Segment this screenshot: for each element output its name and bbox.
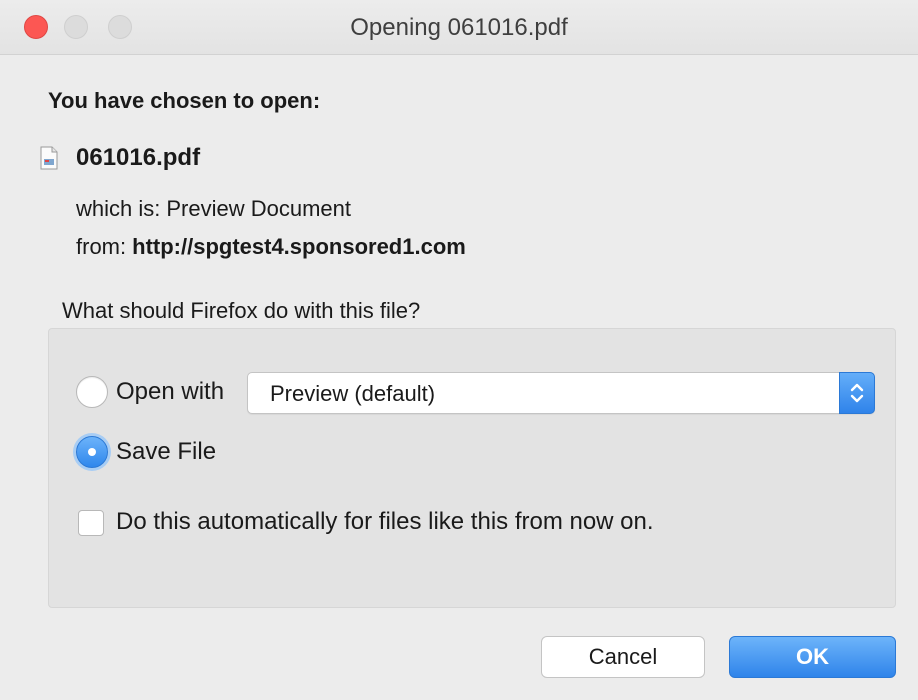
updown-chevron-icon <box>839 372 875 414</box>
file-source-label: from: <box>76 234 127 259</box>
open-with-radio[interactable] <box>76 376 108 408</box>
dialog-heading: You have chosen to open: <box>48 88 321 113</box>
file-source-line: from: http://spgtest4.sponsored1.com <box>76 234 466 260</box>
save-file-radio[interactable] <box>76 436 108 468</box>
open-with-app-select[interactable]: Preview (default) <box>247 372 875 414</box>
pdf-file-icon <box>40 146 58 170</box>
window-title: Opening 061016.pdf <box>350 14 568 41</box>
auto-action-checkbox[interactable] <box>78 510 104 536</box>
auto-action-label[interactable]: Do this automatically for files like thi… <box>116 508 654 536</box>
options-panel <box>48 328 896 608</box>
ok-button[interactable]: OK <box>729 636 896 678</box>
file-source-url: http://spgtest4.sponsored1.com <box>132 234 466 259</box>
action-question: What should Firefox do with this file? <box>62 298 421 323</box>
file-type-value: Preview Document <box>166 196 351 221</box>
open-with-label[interactable]: Open with <box>116 378 224 406</box>
file-type-label: which is: <box>76 196 161 221</box>
save-file-label[interactable]: Save File <box>116 438 216 466</box>
cancel-button[interactable]: Cancel <box>541 636 705 678</box>
file-name: 061016.pdf <box>76 144 201 171</box>
title-bar: Opening 061016.pdf <box>0 0 918 55</box>
file-type-line: which is: Preview Document <box>76 196 351 222</box>
open-with-app-value: Preview (default) <box>270 381 436 406</box>
